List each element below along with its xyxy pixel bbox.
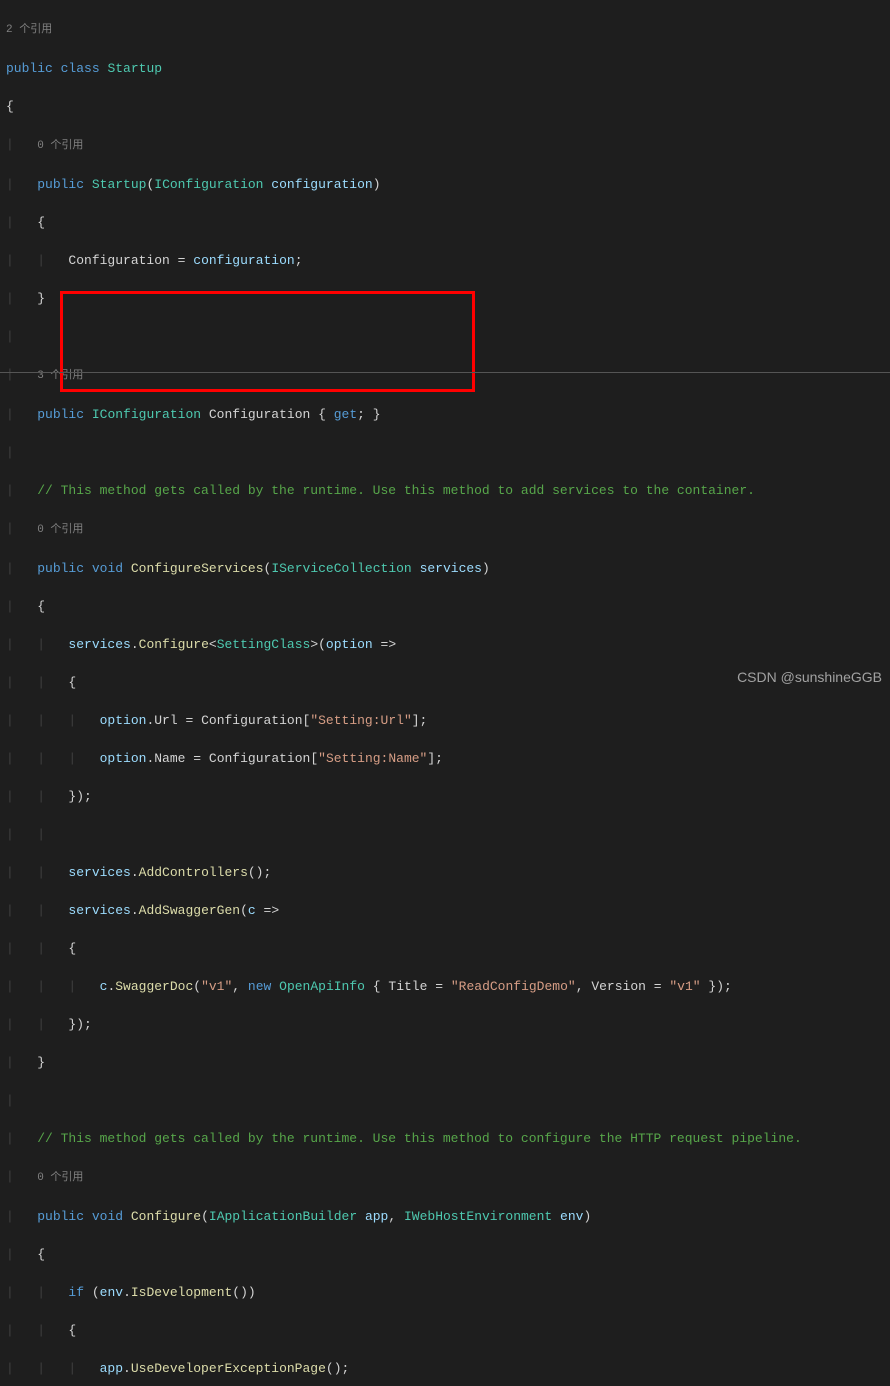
code-line: | | { bbox=[6, 939, 884, 958]
code-line: public class Startup bbox=[6, 59, 884, 78]
code-line: | | | option.Url = Configuration["Settin… bbox=[6, 711, 884, 730]
code-line: | | if (env.IsDevelopment()) bbox=[6, 1283, 884, 1302]
code-line: | | | c.SwaggerDoc("v1", new OpenApiInfo… bbox=[6, 977, 884, 996]
code-line: | public void ConfigureServices(IService… bbox=[6, 559, 884, 578]
code-line: | } bbox=[6, 1053, 884, 1072]
code-line: | // This method gets called by the runt… bbox=[6, 481, 884, 500]
code-line: | | bbox=[6, 825, 884, 844]
code-line: | | | app.UseDeveloperExceptionPage(); bbox=[6, 1359, 884, 1378]
code-line: | | | option.Name = Configuration["Setti… bbox=[6, 749, 884, 768]
code-line: | bbox=[6, 1091, 884, 1110]
code-editor[interactable]: 2 个引用 public class Startup { | 0 个引用 | p… bbox=[0, 0, 890, 1386]
divider-line bbox=[0, 372, 890, 373]
code-line: | | services.AddSwaggerGen(c => bbox=[6, 901, 884, 920]
watermark: CSDN @sunshineGGB bbox=[737, 668, 882, 687]
code-line: | { bbox=[6, 1245, 884, 1264]
code-line: { bbox=[6, 97, 884, 116]
code-line: | | }); bbox=[6, 787, 884, 806]
code-line: | | services.Configure<SettingClass>(opt… bbox=[6, 635, 884, 654]
code-line: | public Startup(IConfiguration configur… bbox=[6, 175, 884, 194]
codelens-ref[interactable]: | 0 个引用 bbox=[6, 135, 884, 156]
code-line: | | { bbox=[6, 1321, 884, 1340]
code-line: | { bbox=[6, 597, 884, 616]
code-line: | | }); bbox=[6, 1015, 884, 1034]
codelens-ref[interactable]: | 0 个引用 bbox=[6, 1167, 884, 1188]
code-line: | bbox=[6, 443, 884, 462]
code-line: | } bbox=[6, 289, 884, 308]
code-line: | | Configuration = configuration; bbox=[6, 251, 884, 270]
code-line: | bbox=[6, 327, 884, 346]
code-line: | public void Configure(IApplicationBuil… bbox=[6, 1207, 884, 1226]
code-line: | { bbox=[6, 213, 884, 232]
code-line: | | services.AddControllers(); bbox=[6, 863, 884, 882]
codelens-ref[interactable]: | 0 个引用 bbox=[6, 519, 884, 540]
codelens-ref[interactable]: | 3 个引用 bbox=[6, 365, 884, 386]
codelens-ref[interactable]: 2 个引用 bbox=[6, 19, 884, 40]
code-line: | // This method gets called by the runt… bbox=[6, 1129, 884, 1148]
code-line: | public IConfiguration Configuration { … bbox=[6, 405, 884, 424]
